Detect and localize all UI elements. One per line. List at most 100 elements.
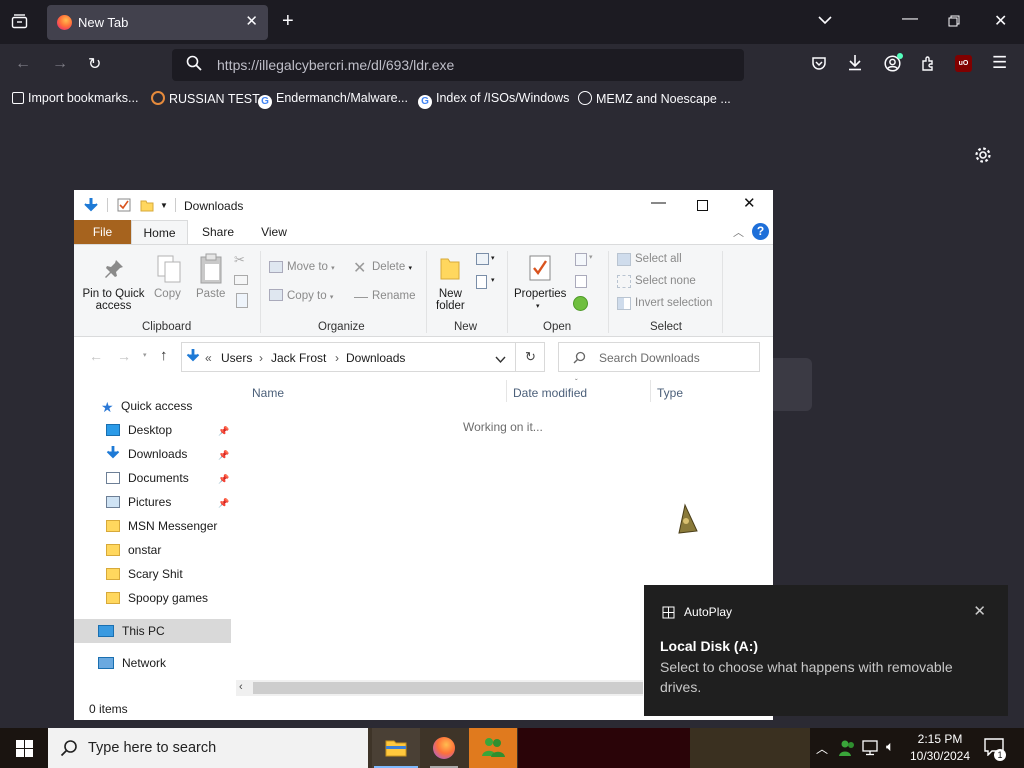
copy-to-button[interactable]: Copy to ▾ xyxy=(287,290,333,302)
pin-to-quick-access-button[interactable]: Pin to Quick access xyxy=(80,288,147,312)
nav-this-pc[interactable]: This PC xyxy=(98,620,165,642)
rename-button[interactable]: Rename xyxy=(372,290,415,302)
back-arrow-icon[interactable]: ← xyxy=(15,55,31,73)
taskbar-firefox[interactable] xyxy=(420,728,468,768)
volume-icon[interactable]: 🔈︎ xyxy=(886,738,894,755)
refresh-icon[interactable]: ↻ xyxy=(525,349,536,365)
properties-button[interactable]: Properties xyxy=(514,288,566,300)
hamburger-menu-icon[interactable]: ☰ xyxy=(992,53,1007,73)
properties-dropdown-icon[interactable]: ▾ xyxy=(536,302,540,310)
taskbar-clock[interactable]: 2:15 PM 10/30/2024 xyxy=(905,731,975,765)
nav-onstar[interactable]: onstar xyxy=(106,539,161,561)
edit-icon[interactable] xyxy=(575,275,587,288)
bookmark-memz[interactable]: MEMZ and Noescape ... xyxy=(578,91,731,106)
breadcrumb-jack-frost[interactable]: Jack Frost xyxy=(271,351,326,365)
show-hidden-icons-icon[interactable]: ︿ xyxy=(816,740,828,757)
pocket-icon[interactable] xyxy=(811,56,827,76)
tab-share[interactable]: Share xyxy=(198,220,238,244)
recent-locations-icon[interactable]: ▾ xyxy=(143,351,147,359)
close-icon[interactable]: ✕ xyxy=(743,194,756,212)
restore-window-icon[interactable] xyxy=(948,14,960,32)
close-window-icon[interactable]: ✕ xyxy=(994,11,1007,31)
bookmark-import[interactable]: Import bookmarks... xyxy=(12,91,138,105)
move-to-button[interactable]: Move to ▾ xyxy=(287,261,335,273)
collapse-ribbon-icon[interactable]: ︿ xyxy=(733,224,744,240)
taskbar-file-explorer[interactable] xyxy=(372,728,420,768)
cut-icon[interactable]: ✂ xyxy=(234,252,245,268)
back-arrow-icon[interactable]: ← xyxy=(89,348,103,364)
column-date-modified[interactable]: Date modified xyxy=(513,386,587,400)
reload-icon[interactable]: ↻ xyxy=(88,54,101,74)
bookmark-endermanch[interactable]: G Endermanch/Malware... xyxy=(258,91,408,109)
select-none-button[interactable]: Select none xyxy=(635,275,696,287)
forward-arrow-icon[interactable]: → xyxy=(52,55,68,73)
nav-pictures[interactable]: Pictures xyxy=(106,491,171,513)
autoplay-notification[interactable]: AutoPlay ✕ Local Disk (A:) Select to cho… xyxy=(644,585,1008,716)
history-icon[interactable] xyxy=(573,296,588,311)
invert-selection-button[interactable]: Invert selection xyxy=(635,297,712,309)
nav-quick-access[interactable]: ★ Quick access xyxy=(101,395,192,417)
breadcrumb-downloads[interactable]: Downloads xyxy=(346,351,405,365)
open-dropdown-icon[interactable]: ▾ xyxy=(589,253,593,261)
new-folder-button[interactable]: New folder xyxy=(436,288,465,312)
overflow-chevrons-icon[interactable]: « xyxy=(205,351,212,365)
column-type[interactable]: Type xyxy=(657,386,683,400)
horizontal-scrollbar[interactable]: ‹ xyxy=(236,680,643,696)
tab-file[interactable]: File xyxy=(74,220,131,244)
properties-quick-icon[interactable] xyxy=(117,198,131,215)
url-text[interactable]: https://illegalcybercri.me/dl/693/ldr.ex… xyxy=(217,57,454,73)
taskbar-search[interactable]: Type here to search xyxy=(48,728,368,768)
scroll-left-icon[interactable]: ‹ xyxy=(239,681,243,693)
tab-home[interactable]: Home xyxy=(131,220,188,244)
list-all-tabs-icon[interactable] xyxy=(11,13,28,35)
windows-start-icon[interactable] xyxy=(16,740,33,762)
paste-shortcut-icon[interactable] xyxy=(236,293,248,308)
nav-msn-messenger[interactable]: MSN Messenger xyxy=(106,515,217,537)
nav-desktop[interactable]: Desktop xyxy=(106,419,172,441)
address-bar[interactable]: « Users › Jack Frost › Downloads ↻ xyxy=(181,342,545,372)
search-box[interactable]: Search Downloads xyxy=(558,342,760,372)
new-item-icon[interactable] xyxy=(476,253,489,265)
open-icon[interactable] xyxy=(575,253,587,266)
tab-new-tab[interactable]: New Tab ✕ xyxy=(47,5,268,40)
nav-documents[interactable]: Documents xyxy=(106,467,189,489)
breadcrumb-users[interactable]: Users xyxy=(221,351,252,365)
new-item-dropdown-icon[interactable]: ▾ xyxy=(491,254,495,262)
easy-access-icon[interactable] xyxy=(476,275,487,289)
help-icon[interactable]: ? xyxy=(752,223,769,240)
chevron-down-icon[interactable] xyxy=(495,353,506,367)
minimize-icon[interactable]: — xyxy=(651,194,666,211)
maximize-icon[interactable] xyxy=(697,198,708,215)
bookmark-isos-windows[interactable]: G Index of /ISOs/Windows xyxy=(418,91,569,109)
downloads-icon[interactable] xyxy=(847,54,863,76)
copy-path-icon[interactable] xyxy=(234,275,248,285)
easy-access-dropdown-icon[interactable]: ▾ xyxy=(491,276,495,284)
close-notification-icon[interactable]: ✕ xyxy=(973,602,986,620)
gear-icon[interactable] xyxy=(974,146,992,169)
delete-button[interactable]: Delete ▾ xyxy=(372,261,412,273)
new-tab-icon[interactable]: + xyxy=(282,10,294,33)
shortcut-tile[interactable] xyxy=(772,358,812,411)
up-arrow-icon[interactable]: ↑ xyxy=(160,347,168,364)
ublock-origin-icon[interactable]: uO xyxy=(955,55,972,72)
scrollbar-thumb[interactable] xyxy=(253,682,643,694)
network-status-icon[interactable] xyxy=(862,740,880,761)
nav-spoopy-games[interactable]: Spoopy games xyxy=(106,587,208,609)
chevron-right-icon[interactable]: › xyxy=(259,351,263,365)
column-name[interactable]: Name xyxy=(252,386,284,400)
customize-quick-access-icon[interactable]: ▼ xyxy=(160,201,168,210)
chevron-down-icon[interactable] xyxy=(818,12,832,30)
nav-scary-shit[interactable]: Scary Shit xyxy=(106,563,183,585)
close-tab-icon[interactable]: ✕ xyxy=(245,12,258,30)
chevron-right-icon[interactable]: › xyxy=(335,351,339,365)
msn-tray-icon[interactable] xyxy=(838,739,856,762)
tab-view[interactable]: View xyxy=(256,220,292,244)
paste-button[interactable]: Paste xyxy=(196,288,225,300)
new-folder-quick-icon[interactable] xyxy=(140,198,154,215)
minimize-window-icon[interactable]: — xyxy=(902,10,918,28)
forward-arrow-icon[interactable]: → xyxy=(117,348,131,364)
extensions-icon[interactable] xyxy=(920,55,937,77)
copy-button[interactable]: Copy xyxy=(154,288,181,300)
url-bar[interactable]: https://illegalcybercri.me/dl/693/ldr.ex… xyxy=(172,49,744,81)
nav-downloads[interactable]: Downloads xyxy=(106,443,187,465)
